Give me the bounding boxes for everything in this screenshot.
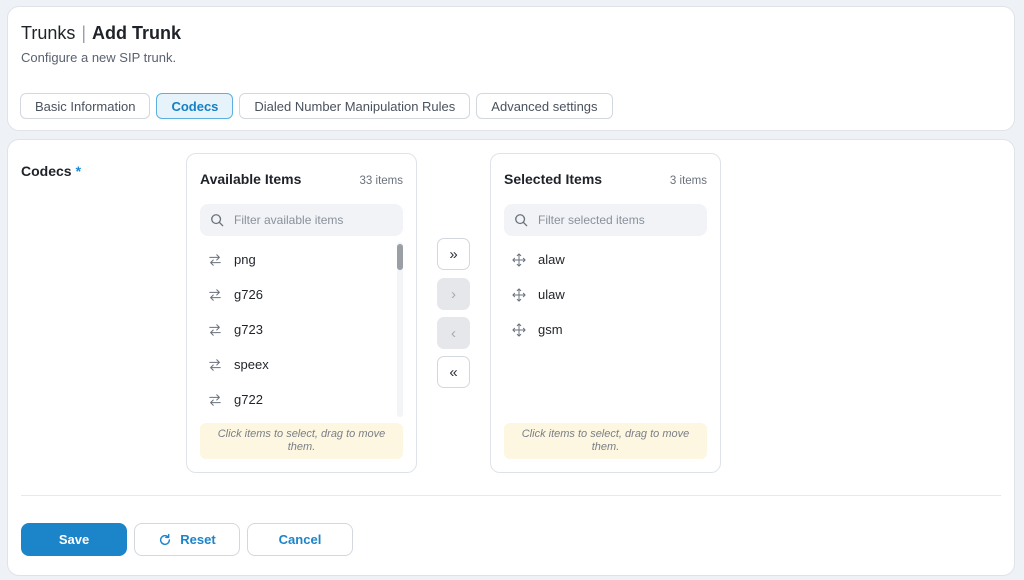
codecs-field-label: Codecs * [21, 163, 81, 179]
drag-move-icon [512, 287, 526, 302]
list-item-label: speex [234, 357, 269, 372]
list-item[interactable]: png [200, 242, 396, 277]
save-button[interactable]: Save [21, 523, 127, 556]
list-item-label: png [234, 252, 256, 267]
list-item-label: g722 [234, 392, 263, 407]
swap-arrows-icon [209, 323, 221, 336]
search-icon [515, 214, 528, 227]
tab-codecs[interactable]: Codecs [156, 93, 234, 119]
swap-arrows-icon [209, 288, 221, 301]
move-right-button[interactable]: › [437, 278, 470, 310]
page-header: Trunks | Add Trunk Configure a new SIP tru… [7, 6, 1015, 131]
swap-arrows-icon [209, 253, 221, 266]
list-item[interactable]: g722 [200, 382, 396, 417]
swap-arrows-icon [209, 393, 221, 406]
cancel-button[interactable]: Cancel [247, 523, 353, 556]
drag-move-icon [512, 322, 526, 337]
move-all-left-button[interactable]: « [437, 356, 470, 388]
search-icon [211, 214, 224, 227]
divider [21, 495, 1001, 496]
page-title: Trunks | Add Trunk [21, 23, 181, 44]
selected-hint: Click items to select, drag to move them… [504, 423, 707, 459]
list-item[interactable]: gsm [504, 312, 700, 347]
drag-move-icon [512, 252, 526, 267]
codecs-label-text: Codecs [21, 163, 72, 179]
list-item[interactable]: ulaw [504, 277, 700, 312]
scrollbar-thumb[interactable] [397, 244, 403, 270]
list-item-label: gsm [538, 322, 563, 337]
available-items-title: Available Items [200, 171, 302, 187]
breadcrumb-current: Add Trunk [92, 23, 182, 43]
reset-button-label: Reset [180, 532, 216, 547]
available-items-count: 33 items [359, 175, 403, 187]
refresh-icon [160, 533, 171, 545]
available-filter-input[interactable] [234, 213, 384, 227]
list-item[interactable]: speex [200, 347, 396, 382]
available-items-panel: Available Items 33 items png g726 g723 s… [186, 153, 417, 473]
tab-dialed-number-manipulation-rules[interactable]: Dialed Number Manipulation Rules [239, 93, 471, 119]
available-filter [200, 204, 403, 236]
swap-arrows-icon [209, 358, 221, 371]
selected-items-count: 3 items [669, 175, 707, 187]
list-item-label: g726 [234, 287, 263, 302]
list-item[interactable]: g723 [200, 312, 396, 347]
list-item-label: alaw [538, 252, 565, 267]
page-description: Configure a new SIP trunk. [21, 50, 177, 65]
selected-items-title: Selected Items [504, 171, 603, 187]
tab-basic-information[interactable]: Basic Information [20, 93, 151, 119]
required-marker: * [75, 163, 82, 179]
tab-advanced-settings[interactable]: Advanced settings [476, 93, 613, 119]
list-item[interactable]: g726 [200, 277, 396, 312]
tab-bar: Basic Information Codecs Dialed Number M… [20, 93, 613, 119]
selected-filter-input[interactable] [538, 213, 688, 227]
breadcrumb-separator: | [81, 23, 87, 43]
move-all-right-button[interactable]: » [437, 238, 470, 270]
list-item-label: g723 [234, 322, 263, 337]
move-left-button[interactable]: ‹ [437, 317, 470, 349]
breadcrumb-section: Trunks [21, 23, 76, 43]
selected-items-list: alaw ulaw gsm [504, 242, 700, 420]
list-item[interactable]: alaw [504, 242, 700, 277]
selected-items-panel: Selected Items 3 items alaw ulaw gsm Cli… [490, 153, 721, 473]
available-items-list: png g726 g723 speex g722 [200, 242, 396, 420]
codecs-form: Codecs* Available Items 33 items png g72… [7, 139, 1015, 576]
available-scrollbar[interactable] [397, 242, 403, 417]
available-hint: Click items to select, drag to move them… [200, 423, 403, 459]
reset-button[interactable]: Reset [134, 523, 240, 556]
list-item-label: ulaw [538, 287, 565, 302]
selected-filter [504, 204, 707, 236]
